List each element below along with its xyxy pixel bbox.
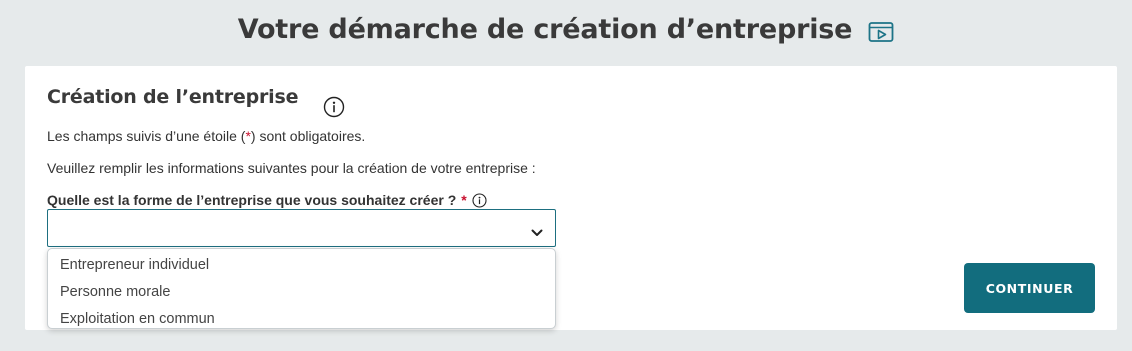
video-play-icon[interactable]	[868, 21, 894, 43]
section-title: Création de l’entreprise	[47, 86, 299, 108]
required-note-suffix: ) sont obligatoires.	[250, 128, 366, 144]
company-form-options-list: Entrepreneur individuel Personne morale …	[47, 248, 556, 329]
continue-button[interactable]: CONTINUER	[964, 263, 1095, 313]
required-note-prefix: Les champs suivis d’une étoile (	[47, 128, 246, 144]
option-personne-morale[interactable]: Personne morale	[48, 279, 555, 306]
info-icon[interactable]	[472, 192, 487, 208]
option-entrepreneur-individuel[interactable]: Entrepreneur individuel	[48, 252, 555, 279]
required-star: *	[461, 192, 467, 208]
option-exploitation-en-commun[interactable]: Exploitation en commun	[48, 306, 555, 333]
chevron-down-icon	[531, 223, 543, 236]
company-form-label-text: Quelle est la forme de l’entreprise que …	[47, 192, 457, 208]
form-instructions: Veuillez remplir les informations suivan…	[47, 160, 536, 176]
company-form-select[interactable]	[47, 209, 556, 247]
page-title: Votre démarche de création d’entreprise	[237, 14, 853, 45]
required-fields-note: Les champs suivis d’une étoile (*) sont …	[47, 128, 365, 144]
form-card: Création de l’entreprise Les champs suiv…	[25, 66, 1117, 330]
info-icon[interactable]	[323, 96, 345, 118]
page-header: Votre démarche de création d’entreprise	[0, 14, 1132, 45]
company-form-label: Quelle est la forme de l’entreprise que …	[47, 192, 487, 208]
